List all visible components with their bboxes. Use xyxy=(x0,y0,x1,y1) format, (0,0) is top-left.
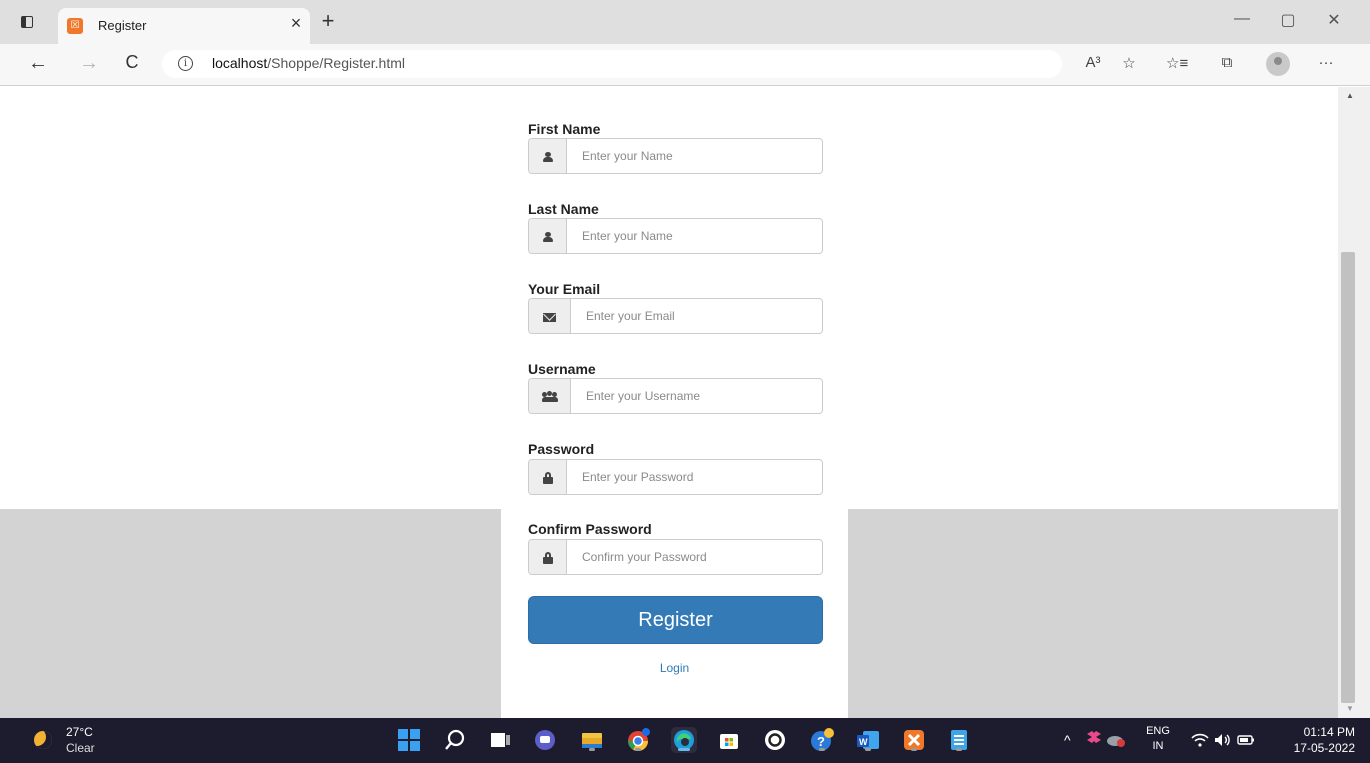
start-icon[interactable] xyxy=(396,727,422,753)
tab-actions-icon[interactable] xyxy=(18,13,36,31)
url-text[interactable]: localhost/Shoppe/Register.html xyxy=(212,55,405,71)
notepad-icon[interactable] xyxy=(946,727,972,753)
running-indicator xyxy=(589,748,595,751)
url-path: /Shoppe/Register.html xyxy=(267,55,406,71)
email-input[interactable] xyxy=(573,299,822,333)
collections-icon[interactable]: ⧉ xyxy=(1216,54,1238,71)
profile-avatar[interactable] xyxy=(1266,52,1290,76)
edge-icon[interactable] xyxy=(671,727,697,753)
chat-icon[interactable] xyxy=(532,727,558,753)
battery-icon[interactable] xyxy=(1236,730,1256,750)
chatgpt-icon[interactable] xyxy=(762,727,788,753)
user-icon xyxy=(529,139,567,173)
confirm-password-label: Confirm Password xyxy=(528,521,652,537)
username-input[interactable] xyxy=(573,379,822,413)
last-name-input[interactable] xyxy=(569,219,819,253)
language-region[interactable]: IN xyxy=(1144,740,1172,752)
scrollbar-thumb[interactable] xyxy=(1341,252,1355,703)
first-name-label: First Name xyxy=(528,121,601,137)
minimize-button[interactable]: — xyxy=(1230,10,1254,28)
running-indicator xyxy=(819,748,825,751)
running-indicator xyxy=(911,748,917,751)
tab-close-icon[interactable]: × xyxy=(286,13,306,34)
active-indicator xyxy=(678,748,690,751)
users-icon xyxy=(529,379,571,413)
login-link[interactable]: Login xyxy=(501,661,848,675)
username-group xyxy=(528,378,823,414)
password-label: Password xyxy=(528,441,595,457)
add-favorite-icon[interactable]: ☆ xyxy=(1118,54,1140,72)
scroll-down-arrow-icon[interactable]: ▼ xyxy=(1346,704,1354,713)
address-bar[interactable]: i localhost/Shoppe/Register.html xyxy=(162,50,1062,78)
url-host: localhost xyxy=(212,55,268,71)
password-input[interactable] xyxy=(569,460,819,494)
register-card: First Name Last Name Your Email Username xyxy=(501,87,848,718)
password-group xyxy=(528,459,823,495)
moon-weather-icon[interactable] xyxy=(34,731,52,749)
close-window-button[interactable]: ✕ xyxy=(1322,10,1346,30)
xampp-favicon-icon: ☒ xyxy=(67,18,83,34)
username-label: Username xyxy=(528,361,596,377)
refresh-button[interactable]: C xyxy=(120,52,144,73)
wifi-icon[interactable] xyxy=(1190,730,1210,750)
user-icon xyxy=(529,219,567,253)
dropbox-icon[interactable] xyxy=(1084,729,1104,749)
lock-icon xyxy=(529,460,567,494)
first-name-input[interactable] xyxy=(569,139,819,173)
clock-time[interactable]: 01:14 PM xyxy=(1293,725,1355,739)
lock-icon xyxy=(529,540,567,574)
envelope-icon xyxy=(529,299,571,333)
register-button[interactable]: Register xyxy=(528,596,823,644)
back-button[interactable]: ← xyxy=(26,52,50,75)
scroll-up-arrow-icon[interactable]: ▲ xyxy=(1346,91,1354,100)
forward-button[interactable]: → xyxy=(77,52,101,75)
confirm-password-input[interactable] xyxy=(569,540,819,574)
svg-text:?: ? xyxy=(817,734,825,749)
info-icon[interactable]: i xyxy=(178,56,193,71)
email-group xyxy=(528,298,823,334)
browser-toolbar: ← → C i localhost/Shoppe/Register.html A… xyxy=(0,44,1370,86)
svg-text:W: W xyxy=(859,737,868,747)
store-icon[interactable] xyxy=(716,727,742,753)
weather-temperature[interactable]: 27°C xyxy=(66,725,93,739)
onedrive-error-icon[interactable] xyxy=(1106,729,1126,749)
xampp-icon[interactable] xyxy=(901,727,927,753)
windows-taskbar: 27°C Clear ? W ^ ENG IN 01:14 PM 17-05-2… xyxy=(0,718,1370,763)
new-tab-button[interactable]: + xyxy=(316,8,340,34)
running-indicator xyxy=(865,748,871,751)
word-icon[interactable]: W xyxy=(855,727,881,753)
tray-overflow-chevron-icon[interactable]: ^ xyxy=(1064,732,1071,748)
first-name-group xyxy=(528,138,823,174)
maximize-button[interactable]: ▢ xyxy=(1276,10,1300,30)
search-icon[interactable] xyxy=(442,727,468,753)
volume-icon[interactable] xyxy=(1212,730,1232,750)
task-view-icon[interactable] xyxy=(487,727,513,753)
favorites-icon[interactable]: ☆≡ xyxy=(1166,54,1188,72)
confirm-password-group xyxy=(528,539,823,575)
running-indicator xyxy=(956,748,962,751)
language-code[interactable]: ENG xyxy=(1144,725,1172,737)
browser-tab-bar: ☒ Register × + — ▢ ✕ xyxy=(0,0,1370,44)
tab-title: Register xyxy=(98,18,147,33)
read-aloud-icon[interactable]: A³ xyxy=(1082,54,1104,71)
weather-description[interactable]: Clear xyxy=(66,741,95,755)
clock-date[interactable]: 17-05-2022 xyxy=(1271,741,1355,755)
page-viewport: First Name Last Name Your Email Username xyxy=(0,87,1338,718)
settings-menu-icon[interactable]: ··· xyxy=(1315,54,1337,71)
file-explorer-icon[interactable] xyxy=(579,727,605,753)
help-icon[interactable]: ? xyxy=(809,727,835,753)
chrome-icon[interactable] xyxy=(625,727,651,753)
last-name-label: Last Name xyxy=(528,201,599,217)
last-name-group xyxy=(528,218,823,254)
tab-register[interactable]: ☒ Register × xyxy=(58,8,310,44)
running-indicator xyxy=(635,748,641,751)
email-label: Your Email xyxy=(528,281,601,297)
